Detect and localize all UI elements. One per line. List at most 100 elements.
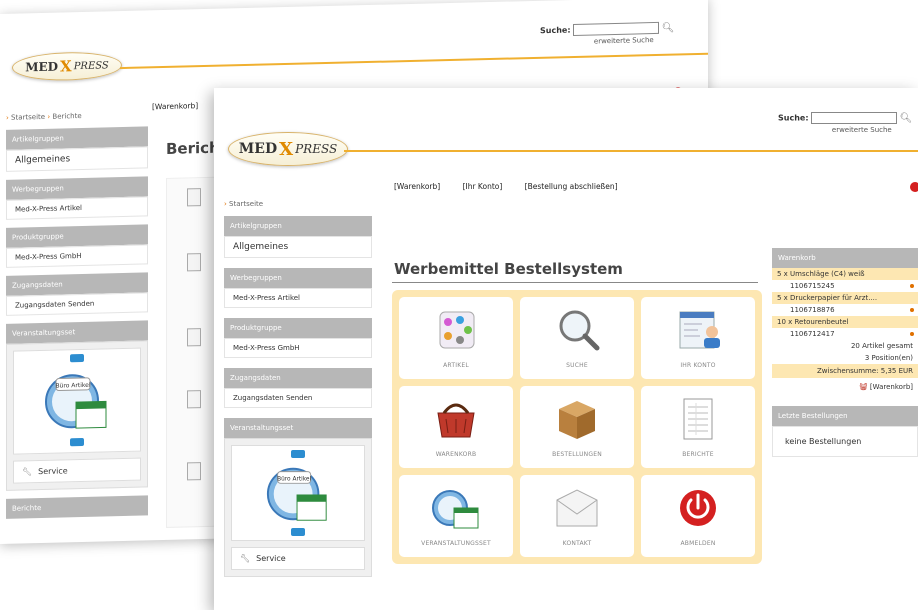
sidebar-item-zugangsdaten-senden[interactable]: Zugangsdaten Senden [6,292,148,316]
slider-down-button[interactable] [291,528,305,536]
medxpress-logo[interactable]: MED X PRESS [228,132,348,166]
breadcrumb-current: Berichte [52,112,82,121]
remove-dot-icon[interactable] [910,332,914,336]
tile-label: BERICHTE [682,451,714,458]
search-area: Suche: 🔍︎ erweiterte Suche [778,112,912,134]
cart-item-line[interactable]: 5 x Umschläge (C4) weiß [772,268,918,280]
tile-ihr-konto[interactable]: IHR KONTO [641,297,755,379]
service-label: Service [38,466,68,477]
breadcrumb-home[interactable]: Startseite [229,200,263,208]
wrench-icon: 🔧︎ [240,554,251,563]
tile-label: IHR KONTO [680,362,716,369]
nav-account-link[interactable]: [Ihr Konto] [463,182,503,191]
cart-subtotal: Zwischensumme: 5,35 EUR [772,364,918,378]
extended-search-link[interactable]: erweiterte Suche [574,36,674,46]
search-icon[interactable]: 🔍︎ [662,22,675,33]
cart-link-row[interactable]: 🧺︎ [Warenkorb] [772,378,918,396]
article-number: 1106718876 [790,306,835,314]
remove-dot-icon[interactable] [910,308,914,312]
service-link[interactable]: 🔧︎ Service [13,457,141,484]
sidebar-heading-artikelgruppen: Artikelgruppen [224,216,372,236]
cart-item-number: 1106715245 [772,280,918,292]
document-icon [187,390,201,409]
medxpress-logo[interactable]: MED X PRESS [12,51,122,82]
tile-veranstaltungsset[interactable]: VERANSTALTUNGSSET [399,475,513,557]
slider-up-button[interactable] [291,450,305,458]
sidebar-item-medxpress-gmbh[interactable]: Med-X-Press GmbH [6,244,148,268]
article-number: 1106712417 [790,330,835,338]
document-icon [187,328,201,347]
logo-med: MED [25,59,59,75]
tile-label: VERANSTALTUNGSSET [421,540,491,547]
logo-med: MED [238,141,278,157]
sidebar-heading-veranstaltungsset: Veranstaltungsset [224,418,372,438]
logo-x: X [279,138,294,160]
tile-artikel[interactable]: ARTIKEL [399,297,513,379]
cart-heading: Warenkorb [772,248,918,268]
cart-item-line[interactable]: 5 x Druckerpapier für Arzt.... [772,292,918,304]
sidebar-item-medxpress-gmbh[interactable]: Med-X-Press GmbH [224,338,372,358]
article-number: 1106715245 [790,282,835,290]
back-sidebar: › Startseite › Berichte Artikelgruppen A… [6,110,148,519]
magnifier-icon [559,310,600,351]
search-input[interactable] [811,112,898,124]
extended-search-link[interactable]: erweiterte Suche [812,126,912,134]
breadcrumb-home[interactable]: Startseite [11,113,45,122]
tile-label: SUCHE [566,362,588,369]
document-icon [187,462,201,481]
cart-item-line[interactable]: 10 x Retourenbeutel [772,316,918,328]
tile-bestellungen[interactable]: BESTELLUNGEN [520,386,634,468]
nav-cart-link[interactable]: [Warenkorb] [152,101,198,111]
user-account-icon [679,311,720,349]
service-link[interactable]: 🔧︎ Service [231,547,365,570]
tile-label: WARENKORB [435,451,477,458]
cart-link[interactable]: [Warenkorb] [870,383,913,391]
cart-item-number: 1106718876 [772,304,918,316]
cart-panel: Warenkorb 5 x Umschläge (C4) weiß 110671… [772,248,918,457]
sidebar-heading-werbegruppen: Werbegruppen [224,268,372,288]
search-icon[interactable]: 🔍︎ [900,113,913,124]
title-underline [392,282,758,283]
logo-press: PRESS [295,142,338,156]
tile-suche[interactable]: SUCHE [520,297,634,379]
logo-x: X [60,57,72,76]
foreground-window: MED X PRESS Suche: 🔍︎ erweiterte Suche [… [214,88,918,610]
wrench-icon: 🔧︎ [22,467,33,477]
veranstaltungsset-slider: Büro Artikel [13,347,141,455]
document-icon [187,188,201,207]
sidebar-item-allgemeines[interactable]: Allgemeines [6,146,148,172]
sidebar-item-allgemeines[interactable]: Allgemeines [224,236,372,258]
sidebar-item-medxpress-artikel[interactable]: Med-X-Press Artikel [6,196,148,220]
power-icon [680,490,716,526]
page-title: Werbemittel Bestellsystem [394,260,623,278]
veranstaltungsset-slider: Büro Artikel [231,445,365,541]
search-label: Suche: [778,113,809,123]
remove-dot-icon[interactable] [910,284,914,288]
top-nav: [Warenkorb] [Ihr Konto] [Bestellung absc… [394,182,638,191]
sidebar-item-zugangsdaten-senden[interactable]: Zugangsdaten Senden [224,388,372,408]
calendar-clock-icon: Büro Artikel [45,374,107,429]
slider-down-button[interactable] [70,437,84,447]
sidebar-item-medxpress-artikel[interactable]: Med-X-Press Artikel [224,288,372,308]
tile-label: BESTELLUNGEN [552,451,602,458]
main-menu-grid: ARTIKEL SUCHE IHR KONTO WARENKORB BESTEL… [392,290,762,564]
nav-cart-link[interactable]: [Warenkorb] [394,182,440,191]
tile-abmelden[interactable]: ABMELDEN [641,475,755,557]
breadcrumb: › Startseite › Berichte [6,112,82,122]
search-input[interactable] [573,21,660,36]
last-orders-heading: Letzte Bestellungen [772,406,918,426]
slider-up-button[interactable] [70,353,84,363]
sidebar-heading-zugangsdaten: Zugangsdaten [224,368,372,388]
tile-berichte[interactable]: BERICHTE [641,386,755,468]
box-icon [559,401,595,439]
sidebar-heading-produktgruppe: Produktgruppe [224,318,372,338]
header-line [344,150,918,152]
logout-icon[interactable] [910,182,918,192]
cart-item-number: 1106712417 [772,328,918,340]
paint-palette-icon [439,311,475,349]
tile-kontakt[interactable]: KONTAKT [520,475,634,557]
envelope-icon [556,489,598,527]
nav-checkout-link[interactable]: [Bestellung abschließen] [525,182,618,191]
tile-warenkorb[interactable]: WARENKORB [399,386,513,468]
tile-label: ABMELDEN [680,540,716,547]
